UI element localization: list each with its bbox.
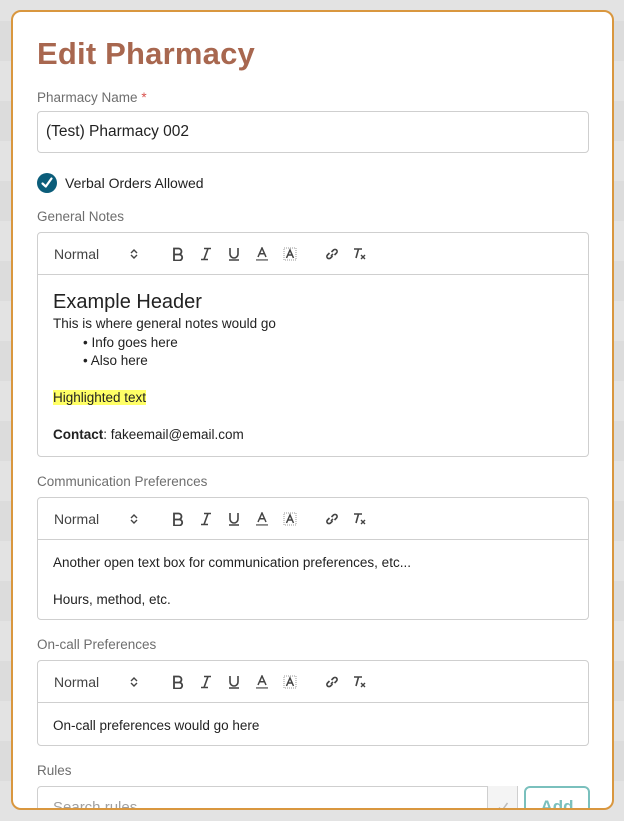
underline-icon bbox=[229, 512, 239, 526]
format-select-value: Normal bbox=[54, 510, 100, 527]
clear-format-icon bbox=[354, 675, 366, 687]
updown-icon bbox=[130, 513, 138, 524]
general-notes-content[interactable]: Example Header This is where general not… bbox=[38, 275, 588, 459]
pharmacy-name-input[interactable]: (Test) Pharmacy 002 bbox=[37, 111, 589, 153]
communication-preferences-label: Communication Preferences bbox=[37, 474, 208, 489]
format-select[interactable]: Normal bbox=[54, 507, 140, 531]
pharmacy-name-label-text: Pharmacy Name bbox=[37, 90, 138, 105]
list-item: Info goes here bbox=[83, 334, 573, 353]
communication-toolbar: Normal bbox=[38, 498, 588, 540]
bold-icon bbox=[173, 675, 184, 689]
check-icon bbox=[498, 802, 508, 808]
underline-button[interactable] bbox=[220, 507, 248, 531]
communication-line: Another open text box for communication … bbox=[53, 555, 411, 570]
underline-icon bbox=[229, 247, 239, 261]
highlighted-text: Highlighted text bbox=[53, 390, 147, 405]
verbal-orders-checkbox[interactable] bbox=[37, 173, 57, 193]
general-notes-editor: Normal Example Header This is where gene… bbox=[37, 232, 589, 457]
italic-icon bbox=[201, 247, 211, 260]
pharmacy-name-label: Pharmacy Name * bbox=[37, 90, 147, 105]
general-notes-label: General Notes bbox=[37, 209, 125, 224]
notes-header: Example Header bbox=[53, 291, 202, 313]
italic-button[interactable] bbox=[192, 507, 220, 531]
link-icon bbox=[326, 676, 338, 687]
bold-icon bbox=[173, 247, 184, 261]
link-button[interactable] bbox=[318, 670, 346, 694]
link-button[interactable] bbox=[318, 507, 346, 531]
verbal-orders-row: Verbal Orders Allowed bbox=[37, 173, 204, 193]
required-marker: * bbox=[141, 90, 147, 105]
notes-line: This is where general notes would go bbox=[53, 316, 276, 331]
background-color-icon bbox=[283, 675, 297, 688]
italic-icon bbox=[201, 675, 211, 688]
bold-button[interactable] bbox=[164, 670, 192, 694]
bold-icon bbox=[173, 512, 184, 526]
rules-check-button[interactable] bbox=[487, 786, 517, 808]
bold-button[interactable] bbox=[164, 242, 192, 266]
oncall-preferences-label: On-call Preferences bbox=[37, 637, 157, 652]
background-color-button[interactable] bbox=[276, 507, 304, 531]
modal-title: Edit Pharmacy bbox=[37, 36, 255, 71]
text-color-button[interactable] bbox=[248, 242, 276, 266]
clear-format-button[interactable] bbox=[346, 507, 374, 531]
format-select[interactable]: Normal bbox=[54, 242, 140, 266]
contact-label: Contact bbox=[53, 427, 104, 442]
communication-line: Hours, method, etc. bbox=[53, 592, 171, 607]
rules-search-input[interactable]: Search rules bbox=[37, 786, 518, 810]
italic-button[interactable] bbox=[192, 242, 220, 266]
contact-line: Contact: fakeemail@email.com bbox=[53, 426, 573, 445]
format-select-value: Normal bbox=[54, 673, 100, 690]
list-item: Also here bbox=[83, 352, 573, 371]
oncall-toolbar: Normal bbox=[38, 661, 588, 703]
contact-value: : fakeemail@email.com bbox=[103, 427, 244, 442]
background-color-icon bbox=[283, 247, 297, 260]
clear-format-icon bbox=[354, 512, 366, 524]
rules-row: Search rules Add bbox=[37, 786, 590, 810]
underline-icon bbox=[229, 675, 239, 689]
italic-button[interactable] bbox=[192, 670, 220, 694]
edit-pharmacy-modal: Edit Pharmacy Pharmacy Name * (Test) Pha… bbox=[11, 10, 614, 810]
text-color-button[interactable] bbox=[248, 507, 276, 531]
clear-format-button[interactable] bbox=[346, 670, 374, 694]
background-color-button[interactable] bbox=[276, 242, 304, 266]
general-notes-toolbar: Normal bbox=[38, 233, 588, 275]
rules-label: Rules bbox=[37, 763, 72, 778]
clear-format-icon bbox=[354, 247, 366, 259]
oncall-line: On-call preferences would go here bbox=[53, 718, 260, 733]
underline-button[interactable] bbox=[220, 242, 248, 266]
link-button[interactable] bbox=[318, 242, 346, 266]
format-select-value: Normal bbox=[54, 245, 100, 262]
text-color-button[interactable] bbox=[248, 670, 276, 694]
verbal-orders-label: Verbal Orders Allowed bbox=[65, 175, 204, 191]
rules-search-placeholder: Search rules bbox=[53, 798, 138, 810]
oncall-content[interactable]: On-call preferences would go here bbox=[38, 703, 588, 750]
communication-preferences-editor: Normal Another open text box for communi… bbox=[37, 497, 589, 620]
underline-button[interactable] bbox=[220, 670, 248, 694]
updown-icon bbox=[130, 676, 138, 687]
clear-format-button[interactable] bbox=[346, 242, 374, 266]
background-color-icon bbox=[283, 512, 297, 525]
italic-icon bbox=[201, 512, 211, 525]
updown-icon bbox=[130, 248, 138, 259]
check-icon bbox=[41, 177, 53, 188]
communication-content[interactable]: Another open text box for communication … bbox=[38, 540, 588, 624]
pharmacy-name-value: (Test) Pharmacy 002 bbox=[46, 123, 189, 140]
text-color-icon bbox=[256, 674, 268, 689]
background-color-button[interactable] bbox=[276, 670, 304, 694]
add-rule-button[interactable]: Add bbox=[524, 786, 590, 808]
notes-bullet-list: Info goes here Also here bbox=[53, 334, 573, 371]
link-icon bbox=[326, 513, 338, 524]
oncall-preferences-editor: Normal On-call preferences would go here bbox=[37, 660, 589, 746]
text-color-icon bbox=[256, 511, 268, 526]
text-color-icon bbox=[256, 246, 268, 261]
bold-button[interactable] bbox=[164, 507, 192, 531]
format-select[interactable]: Normal bbox=[54, 670, 140, 694]
link-icon bbox=[326, 248, 338, 259]
